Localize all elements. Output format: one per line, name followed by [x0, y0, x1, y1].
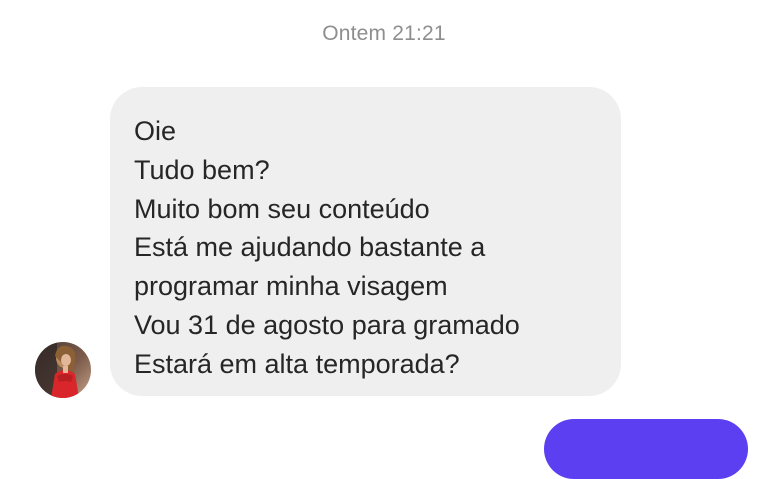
message-line: Oie	[134, 116, 177, 146]
sender-avatar[interactable]	[35, 342, 91, 398]
message-line: Está me ajudando bastante a	[134, 232, 486, 263]
avatar-photo-icon	[35, 342, 91, 398]
sent-message-bubble[interactable]	[544, 419, 748, 479]
message-line: Estará em alta temporada?	[134, 348, 460, 379]
received-message-bubble[interactable]: Oie Tudo bem? Muito bom seu conteúdo Est…	[110, 87, 621, 396]
message-timestamp: Ontem 21:21	[322, 22, 446, 45]
message-line: programar minha visagem	[134, 271, 448, 302]
message-line: Vou 31 de agosto para gramado	[134, 309, 520, 340]
message-line: Tudo bem?	[134, 154, 270, 185]
message-line: Muito bom seu conteúdo	[134, 193, 430, 224]
